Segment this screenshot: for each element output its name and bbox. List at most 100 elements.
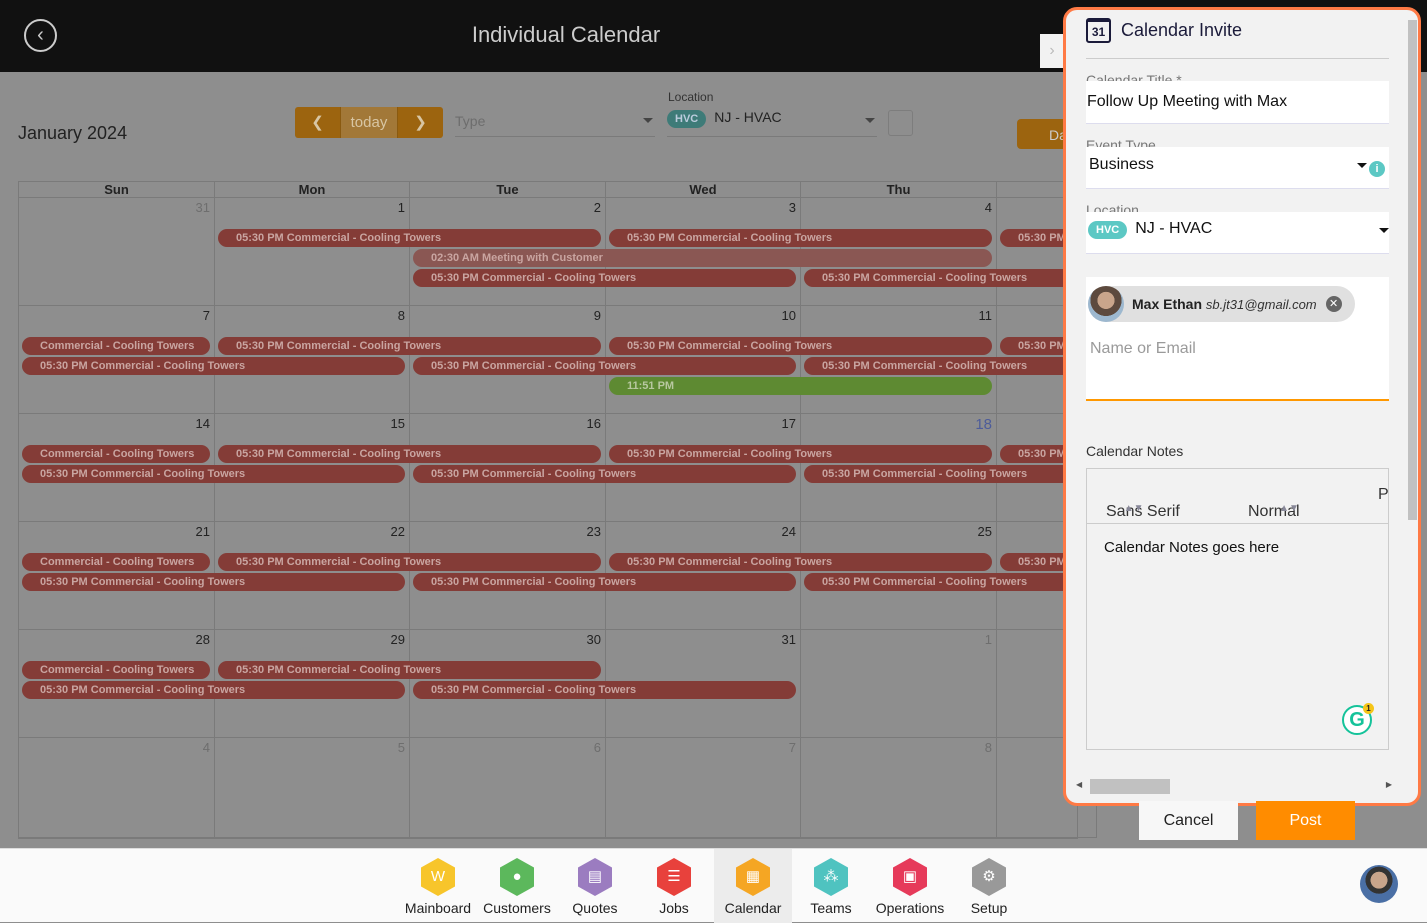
list-view-icon[interactable] bbox=[888, 110, 913, 136]
day-number: 2 bbox=[593, 200, 601, 215]
day-number: 15 bbox=[390, 416, 405, 431]
nav-item-jobs[interactable]: ☰ Jobs bbox=[635, 849, 713, 923]
updown-icon: ▲▼ bbox=[1123, 503, 1144, 514]
cancel-button[interactable]: Cancel bbox=[1139, 801, 1238, 840]
calendar-event[interactable]: 05:30 PM Commercial - Cooling Towers bbox=[413, 681, 796, 699]
size-select[interactable]: Normal ▲▼ bbox=[1248, 486, 1300, 520]
nav-item-setup[interactable]: ⚙ Setup bbox=[950, 849, 1028, 923]
event-type-select[interactable]: Business i bbox=[1086, 147, 1389, 189]
type-select[interactable]: Type bbox=[455, 109, 655, 137]
weekday-header: Wed bbox=[606, 182, 801, 198]
calendar-event[interactable]: 05:30 PM Commercial - Cooling Towers bbox=[609, 337, 992, 355]
notes-editor[interactable]: Calendar Notes goes here G1 bbox=[1086, 523, 1389, 750]
scrollbar-thumb[interactable] bbox=[1090, 779, 1170, 794]
font-select[interactable]: Sans Serif ▲▼ bbox=[1106, 486, 1180, 520]
attendees-input[interactable]: Max Ethan sb.jt31@gmail.com ✕ Name or Em… bbox=[1086, 277, 1389, 401]
day-number: 8 bbox=[984, 740, 992, 755]
calendar-event[interactable]: 05:30 PM Commercial - Cooling Towers bbox=[804, 269, 1092, 287]
today-button[interactable]: today bbox=[340, 107, 398, 138]
calendar-invite-panel: 31 Calendar Invite Calendar Title * Follo… bbox=[1063, 7, 1421, 806]
user-avatar[interactable] bbox=[1360, 865, 1398, 903]
calendar-event[interactable]: 05:30 PM Commercial - Cooling Towers bbox=[804, 357, 1092, 375]
collapse-panel-button[interactable]: › bbox=[1040, 34, 1064, 68]
attendee-chip: Max Ethan sb.jt31@gmail.com ✕ bbox=[1088, 286, 1355, 322]
month-title: January 2024 bbox=[18, 123, 128, 143]
customers-icon: ● bbox=[500, 858, 534, 896]
calendar-title-input[interactable]: Follow Up Meeting with Max bbox=[1086, 81, 1389, 124]
grammarly-icon[interactable]: G1 bbox=[1342, 703, 1374, 735]
location-label: Location bbox=[668, 90, 714, 104]
location-select[interactable]: HVC NJ - HVAC bbox=[667, 109, 877, 137]
nav-item-quotes[interactable]: ▤ Quotes bbox=[556, 849, 634, 923]
day-number: 7 bbox=[202, 308, 210, 323]
day-number: 4 bbox=[202, 740, 210, 755]
calendar-event[interactable]: 05:30 PM Commercial - Cooling Towers bbox=[22, 681, 405, 699]
day-cell[interactable]: 5 bbox=[215, 738, 410, 838]
location-badge: HVC bbox=[1088, 221, 1128, 239]
calendar-event[interactable]: 05:30 PM Commercial - Cooling Towers bbox=[804, 573, 1092, 591]
calendar-event[interactable]: Commercial - Cooling Towers bbox=[22, 337, 210, 355]
calendar-event[interactable]: 05:30 PM Commercial - Cooling Towers bbox=[22, 465, 405, 483]
location-badge: HVC bbox=[667, 110, 707, 128]
calendar-event[interactable]: 05:30 PM Commercial - Cooling Towers bbox=[413, 465, 796, 483]
chevron-down-icon bbox=[1357, 163, 1367, 173]
calendar-event[interactable]: 05:30 PM Commercial - Cooling Towers bbox=[218, 553, 601, 571]
day-cell[interactable]: 7 bbox=[606, 738, 801, 838]
chevron-down-icon bbox=[865, 118, 875, 128]
calendar-event[interactable]: Commercial - Cooling Towers bbox=[22, 661, 210, 679]
next-button[interactable]: ❯ bbox=[398, 107, 443, 138]
day-cell[interactable]: 8 bbox=[801, 738, 997, 838]
day-number: 5 bbox=[397, 740, 405, 755]
day-cell[interactable]: 1 bbox=[215, 198, 410, 306]
panel-title: Calendar Invite bbox=[1121, 20, 1243, 40]
calendar-event[interactable]: 05:30 PM Commercial - Cooling Towers bbox=[609, 229, 992, 247]
calendar-event[interactable]: 05:30 PM Commercial - Cooling Towers bbox=[218, 337, 601, 355]
nav-label: Operations bbox=[875, 900, 945, 916]
calendar-event[interactable]: 05:30 PM Commercial - Cooling Towers bbox=[218, 229, 601, 247]
nav-label: Setup bbox=[970, 900, 1008, 916]
calendar-event[interactable]: 05:30 PM Commercial - Cooling Towers bbox=[413, 357, 796, 375]
nav-label: Customers bbox=[483, 900, 551, 916]
horizontal-scrollbar[interactable]: ◀ ▶ bbox=[1074, 778, 1396, 794]
day-number: 11 bbox=[978, 308, 993, 323]
day-cell[interactable]: 4 bbox=[19, 738, 215, 838]
day-number: 31 bbox=[195, 200, 210, 215]
calendar-event[interactable]: 05:30 PM Commercial - Cooling Towers bbox=[218, 445, 601, 463]
vertical-scrollbar[interactable] bbox=[1408, 20, 1417, 520]
post-button[interactable]: Post bbox=[1256, 801, 1355, 840]
nav-item-teams[interactable]: ⁂ Teams bbox=[792, 849, 870, 923]
divider bbox=[1086, 58, 1389, 59]
day-number: 17 bbox=[781, 416, 796, 431]
calendar-icon: 31 bbox=[1086, 18, 1111, 43]
notes-toolbar: Sans Serif ▲▼ Normal ▲▼ Para bbox=[1086, 468, 1389, 524]
calendar-event[interactable]: 05:30 PM Commercial - Cooling Towers bbox=[609, 553, 992, 571]
nav-item-mainboard[interactable]: W Mainboard bbox=[399, 849, 477, 923]
calendar-event[interactable]: 05:30 PM Commercial - Cooling Towers bbox=[413, 269, 796, 287]
calendar-event[interactable]: 02:30 AM Meeting with Customer bbox=[413, 249, 992, 267]
mainboard-icon: W bbox=[421, 858, 455, 896]
day-number: 22 bbox=[390, 524, 405, 539]
day-cell[interactable]: 31 bbox=[19, 198, 215, 306]
calendar-event[interactable]: 05:30 PM Commercial - Cooling Towers bbox=[609, 445, 992, 463]
prev-button[interactable]: ❮ bbox=[295, 107, 340, 138]
info-icon[interactable]: i bbox=[1369, 161, 1385, 177]
day-number: 21 bbox=[195, 524, 210, 539]
day-cell[interactable]: 6 bbox=[410, 738, 606, 838]
remove-attendee-icon[interactable]: ✕ bbox=[1325, 296, 1342, 312]
calendar-event[interactable]: 05:30 PM Commercial - Cooling Towers bbox=[22, 573, 405, 591]
day-cell[interactable]: 1 bbox=[801, 630, 997, 738]
weekday-header: Tue bbox=[410, 182, 606, 198]
paragraph-select[interactable]: Para bbox=[1378, 486, 1388, 504]
location-select[interactable]: HVC NJ - HVAC bbox=[1086, 212, 1389, 254]
calendar-event[interactable]: 11:51 PM bbox=[609, 377, 992, 395]
calendar-event[interactable]: 05:30 PM Commercial - Cooling Towers bbox=[22, 357, 405, 375]
nav-item-customers[interactable]: ● Customers bbox=[478, 849, 556, 923]
nav-label: Teams bbox=[810, 900, 852, 916]
calendar-event[interactable]: 05:30 PM Commercial - Cooling Towers bbox=[218, 661, 601, 679]
calendar-event[interactable]: Commercial - Cooling Towers bbox=[22, 553, 210, 571]
nav-item-calendar[interactable]: ▦ Calendar bbox=[714, 849, 792, 923]
calendar-event[interactable]: 05:30 PM Commercial - Cooling Towers bbox=[413, 573, 796, 591]
calendar-event[interactable]: 05:30 PM Commercial - Cooling Towers bbox=[804, 465, 1092, 483]
nav-item-operations[interactable]: ▣ Operations bbox=[871, 849, 949, 923]
calendar-event[interactable]: Commercial - Cooling Towers bbox=[22, 445, 210, 463]
